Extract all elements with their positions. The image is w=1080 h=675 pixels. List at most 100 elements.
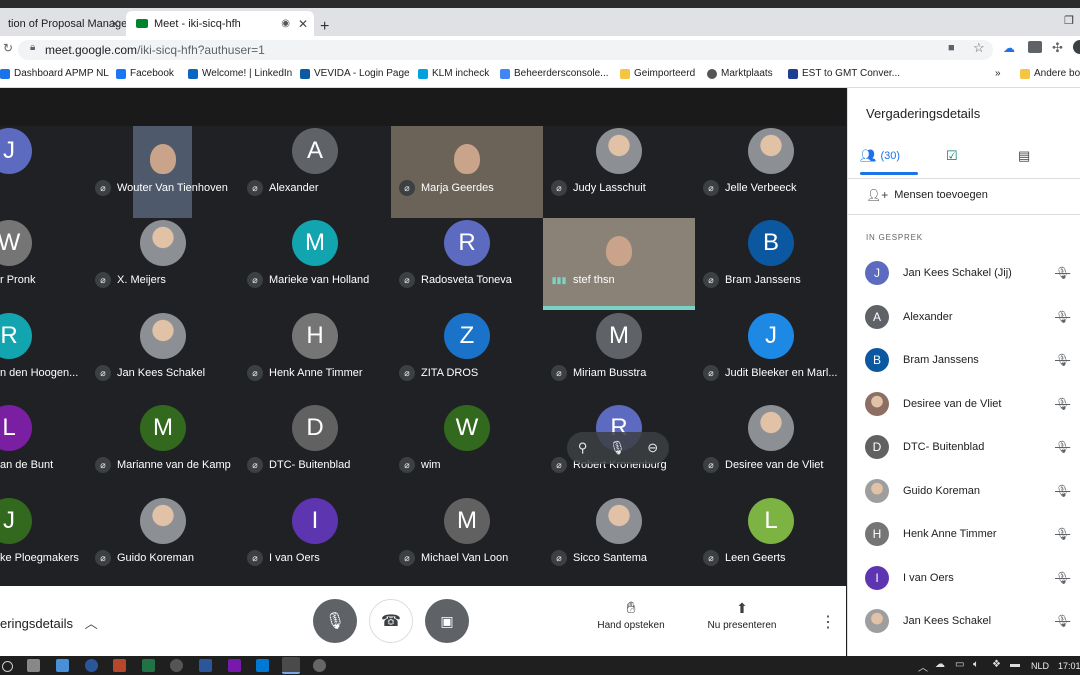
- add-people-button[interactable]: 👤︎+ Mensen toevoegen: [866, 188, 988, 202]
- app-icon[interactable]: [313, 659, 326, 672]
- participant-list-item[interactable]: H Henk Anne Timmer 🎙︎: [865, 519, 1080, 549]
- volume-icon[interactable]: 🔈︎: [973, 659, 979, 670]
- chrome-icon[interactable]: [282, 657, 300, 674]
- participant-list-item[interactable]: D DTC- Buitenblad 🎙︎: [865, 432, 1080, 462]
- participant-tile[interactable]: R ⌀ Radosveta Toneva: [391, 218, 543, 310]
- participant-list-item[interactable]: A Alexander 🎙︎: [865, 302, 1080, 332]
- close-tab-icon[interactable]: ✕: [110, 17, 120, 31]
- app-icon[interactable]: [170, 659, 183, 672]
- meeting-details-toggle[interactable]: eringsdetails ︿: [0, 613, 98, 632]
- new-tab-button[interactable]: +: [320, 18, 329, 36]
- onenote-icon[interactable]: [228, 659, 241, 672]
- participant-list-item[interactable]: Jan Kees Schakel 🎙︎: [865, 606, 1080, 636]
- tab-proposal[interactable]: tion of Proposal Manage ✕: [0, 11, 126, 36]
- bookmark-klm[interactable]: KLM incheck: [418, 68, 489, 79]
- participant-list-item[interactable]: B Bram Janssens 🎙︎: [865, 345, 1080, 375]
- present-button[interactable]: ⬆ Nu presenteren: [704, 600, 780, 631]
- participant-tile[interactable]: ▮▮▮ stef thsn: [543, 218, 695, 310]
- mic-muted-icon[interactable]: 🎙︎: [1055, 484, 1070, 498]
- participant-tile[interactable]: M ⌀ Michael Van Loon: [391, 496, 543, 588]
- mic-muted-icon[interactable]: 🎙︎: [1055, 353, 1070, 367]
- participant-tile[interactable]: L ⌀ Leen Geerts: [695, 496, 847, 588]
- participant-tile[interactable]: A ⌀ Alexander: [239, 126, 391, 218]
- bookmark-vevida[interactable]: VEVIDA - Login Page: [300, 68, 410, 79]
- battery-icon[interactable]: ▬: [1010, 659, 1020, 670]
- outlook-icon[interactable]: [256, 659, 269, 672]
- bookmark-facebook[interactable]: Facebook: [116, 68, 174, 79]
- remove-icon[interactable]: ⊖: [647, 440, 658, 456]
- more-options-icon[interactable]: ⋮: [820, 612, 836, 632]
- participant-tile[interactable]: ⌀ Desiree van de Vliet: [695, 403, 847, 495]
- reload-icon[interactable]: ↻: [3, 41, 13, 55]
- participant-tile[interactable]: M ⌀ Marieke van Holland: [239, 218, 391, 310]
- url-text[interactable]: meet.google.com/iki-sicq-hfh?authuser=1: [45, 43, 265, 57]
- bookmark-other[interactable]: Andere bo: [1020, 68, 1080, 79]
- network-icon[interactable]: ▭: [955, 659, 964, 670]
- bookmark-linkedin[interactable]: Welcome! | LinkedIn: [188, 68, 292, 79]
- bookmark-geimporteerd[interactable]: Geimporteerd: [620, 68, 695, 79]
- word-icon[interactable]: [199, 659, 212, 672]
- task-view-icon[interactable]: [27, 659, 40, 672]
- bookmarks-more-button[interactable]: »: [995, 68, 1001, 79]
- participant-tile[interactable]: ⌀ Jelle Verbeeck: [695, 126, 847, 218]
- participant-list-item[interactable]: Desiree van de Vliet 🎙︎: [865, 389, 1080, 419]
- app-icon[interactable]: [85, 659, 98, 672]
- participant-tile[interactable]: J ⌀ Judit Bleeker en Marl...: [695, 311, 847, 403]
- participant-list-item[interactable]: I I van Oers 🎙︎: [865, 563, 1080, 593]
- bookmark-marktplaats[interactable]: Marktplaats: [707, 68, 773, 79]
- onedrive-icon[interactable]: ☁: [935, 659, 945, 670]
- participant-tile[interactable]: ⌀ Sicco Santema: [543, 496, 695, 588]
- language-indicator[interactable]: NLD: [1031, 661, 1049, 671]
- participant-tile[interactable]: B ⌀ Bram Janssens: [695, 218, 847, 310]
- participant-tile[interactable]: ⌀ X. Meijers: [87, 218, 239, 310]
- camera-icon[interactable]: ■: [948, 42, 955, 54]
- clock[interactable]: 17:01: [1058, 661, 1080, 671]
- tab-meet[interactable]: Meet - iki-sicq-hfh ◉ ✕: [126, 11, 314, 36]
- participant-tile[interactable]: ⌀ Marja Geerdes: [391, 126, 543, 218]
- participant-list-item[interactable]: J Jan Kees Schakel (Jij) 🎙︎: [865, 258, 1080, 288]
- bookmark-dashboard[interactable]: Dashboard APMP NL: [0, 68, 109, 79]
- bookmark-google-admin[interactable]: Beheerdersconsole...: [500, 68, 609, 79]
- participant-tile[interactable]: W ⌀ wim: [391, 403, 543, 495]
- bookmark-est-gmt[interactable]: EST to GMT Conver...: [788, 68, 900, 79]
- participant-tile[interactable]: I ⌀ I van Oers: [239, 496, 391, 588]
- participant-tile[interactable]: J⌀: [0, 126, 85, 218]
- mic-muted-icon[interactable]: 🎙︎: [1055, 440, 1070, 454]
- tab-people[interactable]: 👥︎ (30): [860, 148, 900, 164]
- participant-tile[interactable]: D ⌀ DTC- Buitenblad: [239, 403, 391, 495]
- participant-tile[interactable]: ⌀ Jan Kees Schakel: [87, 311, 239, 403]
- mute-participant-icon[interactable]: 🎙︎: [609, 440, 626, 456]
- restore-window-icon[interactable]: ❐: [1064, 14, 1074, 27]
- profile-avatar[interactable]: [1073, 40, 1080, 54]
- tab-activities-icon[interactable]: ☑: [946, 148, 958, 164]
- participant-tile[interactable]: R⌀n den Hoogen...: [0, 311, 85, 403]
- participant-tile[interactable]: L⌀an de Bunt: [0, 403, 85, 495]
- powerpoint-icon[interactable]: [113, 659, 126, 672]
- explorer-icon[interactable]: [56, 659, 69, 672]
- leave-call-button[interactable]: ☎: [369, 599, 413, 643]
- participant-list-item[interactable]: Guido Koreman 🎙︎: [865, 476, 1080, 506]
- close-tab-icon[interactable]: ✕: [298, 17, 308, 31]
- cloud-extension-icon[interactable]: ☁: [1003, 41, 1015, 55]
- mic-muted-icon[interactable]: 🎙︎: [1055, 266, 1070, 280]
- participant-tile[interactable]: Z ⌀ ZITA DROS: [391, 311, 543, 403]
- excel-icon[interactable]: [142, 659, 155, 672]
- star-icon[interactable]: ☆: [973, 40, 985, 56]
- participant-tile[interactable]: M ⌀ Marianne van de Kamp: [87, 403, 239, 495]
- mute-button[interactable]: 🎙︎: [313, 599, 357, 643]
- participant-tile[interactable]: ⌀ Judy Lasschuit: [543, 126, 695, 218]
- tab-chat-icon[interactable]: ▤: [1018, 148, 1030, 164]
- tray-chevron-icon[interactable]: ︿: [918, 659, 928, 674]
- extension-badge-icon[interactable]: [1028, 41, 1042, 53]
- raise-hand-button[interactable]: ✋︎ Hand opsteken: [594, 600, 668, 631]
- puzzle-icon[interactable]: ✣: [1052, 40, 1063, 56]
- participant-tile[interactable]: J⌀ke Ploegmakers: [0, 496, 85, 588]
- camera-toggle-button[interactable]: ▣: [425, 599, 469, 643]
- participant-tile[interactable]: ⌀ Wouter Van Tienhoven: [87, 126, 239, 218]
- search-icon[interactable]: [2, 661, 13, 672]
- participant-tile[interactable]: M ⌀ Miriam Busstra: [543, 311, 695, 403]
- participant-tile[interactable]: H ⌀ Henk Anne Timmer: [239, 311, 391, 403]
- participant-tile[interactable]: ⌀ Guido Koreman: [87, 496, 239, 588]
- mic-muted-icon[interactable]: 🎙︎: [1055, 397, 1070, 411]
- mic-muted-icon[interactable]: 🎙︎: [1055, 527, 1070, 541]
